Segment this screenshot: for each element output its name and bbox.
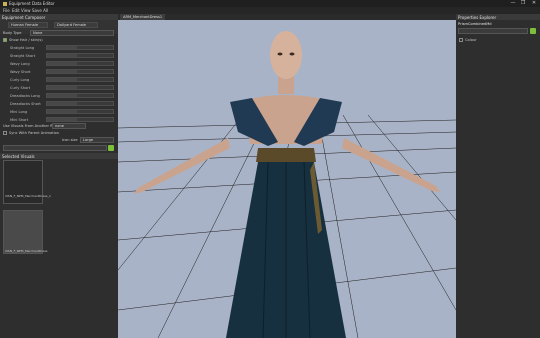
hair-slider-row: Straight Long [0, 44, 118, 52]
body-type-label: Body Type [3, 31, 22, 35]
icon-size-label: Icon size [62, 138, 78, 142]
left-arm [134, 138, 230, 194]
slider-fill [47, 70, 77, 73]
slider-fill [47, 86, 77, 89]
tab-human-female[interactable]: Human Female [8, 22, 48, 28]
sync-parent-checkbox[interactable] [3, 131, 7, 135]
menu-view[interactable]: View [21, 8, 31, 13]
hair-slider[interactable] [46, 109, 114, 114]
icon-size-select[interactable]: Large [80, 137, 114, 143]
visual-thumbnail-label: VISN_F_NPM_MerchantDress [5, 249, 48, 253]
panel-title: Properties Explorer [458, 15, 497, 20]
hair-slider-label: Straight Long [10, 45, 35, 50]
3d-viewport[interactable]: ARM_MerchantDress1 [118, 14, 456, 338]
title-bar: Equipment Data Editor — ❐ ✕ [0, 0, 540, 7]
slider-fill [47, 118, 77, 121]
hair-slider-label: Mini Long [10, 109, 28, 114]
object-name: PrismCombinedMd [458, 22, 492, 26]
slider-fill [47, 110, 77, 113]
hair-slider[interactable] [46, 101, 114, 106]
colour-section-label: Colour [465, 38, 477, 42]
visual-search-input[interactable] [3, 145, 107, 151]
hair-slider-label: Curly Long [10, 77, 30, 82]
panel-header: Properties Explorer [456, 14, 540, 20]
belt [256, 148, 316, 162]
slider-fill [47, 102, 77, 105]
hair-slider-row: Curly Short [0, 84, 118, 92]
head [270, 31, 302, 79]
menu-edit[interactable]: Edit [12, 8, 20, 13]
hair-slider-label: Dreadlocks Short [10, 101, 41, 106]
selected-visuals-title: Selected Visuals [2, 154, 35, 159]
slider-fill [47, 78, 77, 81]
character-model [134, 31, 440, 338]
menu-file[interactable]: File [3, 8, 10, 13]
visual-thumbnail-1[interactable]: VISN_F_NPM_MerchantDress_1 [3, 160, 51, 204]
hair-slider-row: Curly Long [0, 76, 118, 84]
hair-slider-label: Straight Short [10, 53, 36, 58]
viewport-scene [118, 31, 456, 338]
hair-slider-row: Wavy Long [0, 60, 118, 68]
hair-slider[interactable] [46, 117, 114, 122]
slider-fill [47, 94, 77, 97]
hair-slider[interactable] [46, 85, 114, 90]
visual-thumbnail-2[interactable]: VISN_F_NPM_MerchantDress [3, 210, 47, 254]
use-visuals-select[interactable]: none [52, 123, 86, 129]
hair-slider-row: Dreadlocks Short [0, 100, 118, 108]
use-visuals-label: Use Visuals From Another Race [3, 124, 59, 128]
add-icon[interactable] [530, 28, 536, 34]
hair-slider[interactable] [46, 61, 114, 66]
equipment-composer-panel: Equipment Composer Human Female Dollyard… [0, 14, 118, 338]
show-hair-label: Show Hair / skin(s) [9, 38, 43, 42]
slider-fill [47, 46, 77, 49]
hair-slider-row: Wavy Short [0, 68, 118, 76]
hair-slider-row: Straight Short [0, 52, 118, 60]
body-type-value: None [33, 31, 43, 35]
hair-slider-row: Mini Long [0, 108, 118, 116]
show-hair-checkbox[interactable] [3, 38, 7, 42]
properties-explorer-panel: Properties Explorer PrismCombinedMd Colo… [456, 14, 540, 338]
hair-slider[interactable] [46, 53, 114, 58]
hair-slider[interactable] [46, 69, 114, 74]
maximize-button[interactable]: ❐ [518, 0, 528, 7]
minimize-button[interactable]: — [508, 0, 518, 7]
tab-label: Dollyard Female [57, 23, 87, 27]
hair-slider[interactable] [46, 45, 114, 50]
app-icon [3, 1, 7, 6]
slider-fill [47, 54, 77, 57]
hair-slider[interactable] [46, 93, 114, 98]
slider-fill [47, 62, 77, 65]
window-title: Equipment Data Editor [9, 1, 55, 6]
colour-expander[interactable] [459, 38, 463, 42]
menu-save-all[interactable]: Save All [32, 8, 48, 13]
hair-slider-label: Wavy Long [10, 61, 30, 66]
right-arm [342, 138, 440, 192]
hair-slider[interactable] [46, 77, 114, 82]
hair-slider-label: Wavy Short [10, 69, 31, 74]
selected-visuals-header: Selected Visuals [0, 153, 118, 159]
icon-size-value: Large [83, 138, 94, 142]
hair-slider-row: Dreadlocks Long [0, 92, 118, 100]
properties-search-input[interactable] [458, 28, 528, 34]
add-icon[interactable] [108, 145, 114, 151]
tab-label: Human Female [11, 23, 39, 27]
sync-parent-label: Sync With Parent Animation [9, 131, 60, 135]
close-button[interactable]: ✕ [529, 0, 539, 7]
menu-bar: File Edit View Save All [0, 7, 540, 14]
tab-dollyard-female[interactable]: Dollyard Female [54, 22, 98, 28]
visual-thumbnail-label: VISN_F_NPM_MerchantDress_1 [5, 194, 51, 198]
right-eye [289, 52, 295, 56]
body-type-select[interactable]: None [30, 30, 114, 36]
hair-slider-label: Mini Short [10, 117, 29, 122]
hair-slider-label: Dreadlocks Long [10, 93, 40, 98]
use-visuals-value: none [55, 124, 64, 128]
left-eye [277, 52, 283, 56]
hair-slider-label: Curly Short [10, 85, 31, 90]
